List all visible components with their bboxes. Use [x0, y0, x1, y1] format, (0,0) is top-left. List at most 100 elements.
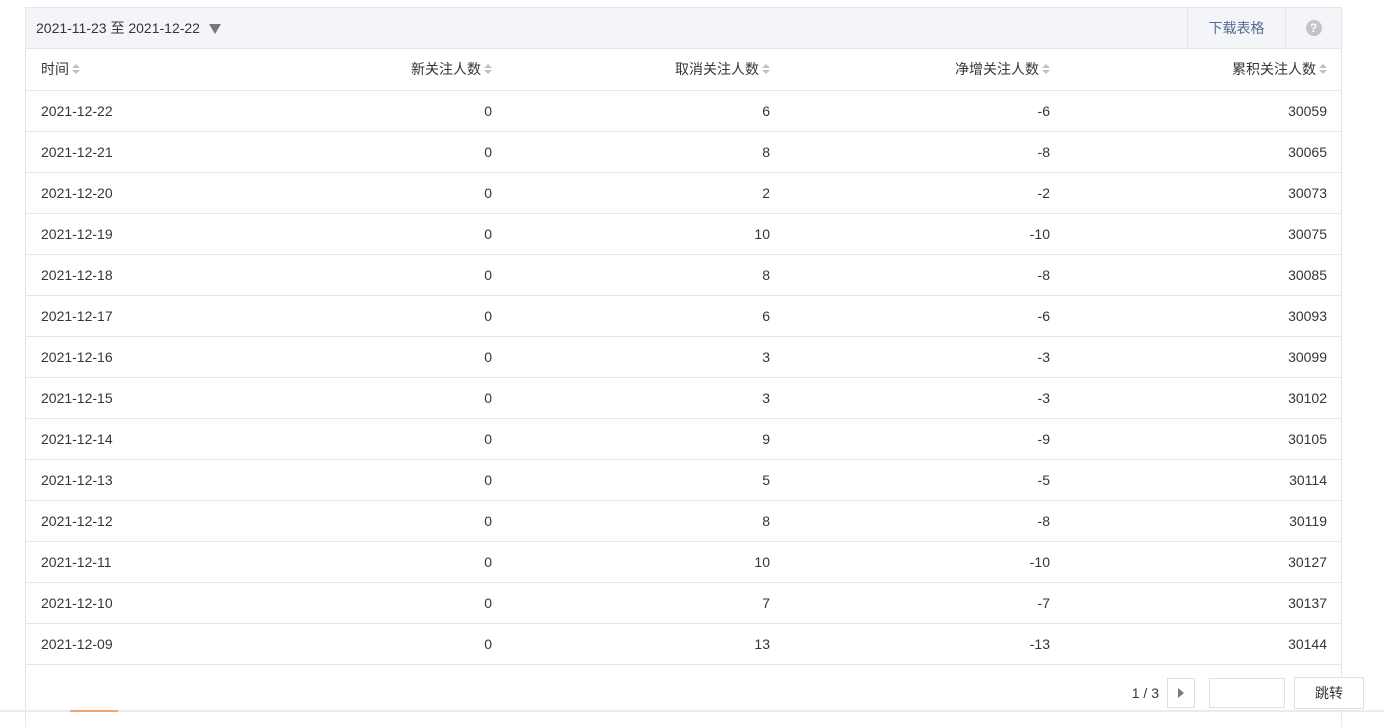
sortable-header[interactable]: 累积关注人数: [1232, 59, 1327, 79]
sort-up-icon: [484, 64, 492, 69]
sort-icon[interactable]: [1042, 64, 1050, 75]
header-unfollows[interactable]: 取消关注人数: [506, 49, 784, 91]
cell-new-followers: 0: [256, 295, 506, 337]
cell-new-followers: 0: [256, 90, 506, 132]
table-row: 2021-12-13 0 5 -5 30114: [26, 459, 1341, 501]
cell-total-followers: 30137: [1064, 582, 1341, 624]
cell-unfollows: 10: [506, 541, 784, 583]
cell-date: 2021-12-19: [26, 213, 256, 255]
cell-total-followers: 30065: [1064, 131, 1341, 173]
header-total-followers[interactable]: 累积关注人数: [1064, 49, 1341, 91]
cell-unfollows: 13: [506, 623, 784, 665]
cell-net-followers: -13: [784, 623, 1064, 665]
table-row: 2021-12-17 0 6 -6 30093: [26, 295, 1341, 337]
sortable-header[interactable]: 时间: [41, 59, 80, 79]
cell-total-followers: 30127: [1064, 541, 1341, 583]
cell-new-followers: 0: [256, 336, 506, 378]
cell-date: 2021-12-13: [26, 459, 256, 501]
cell-net-followers: -10: [784, 541, 1064, 583]
cell-total-followers: 30073: [1064, 172, 1341, 214]
cell-unfollows: 8: [506, 500, 784, 542]
sort-down-icon: [1042, 70, 1050, 75]
table-row: 2021-12-22 0 6 -6 30059: [26, 90, 1341, 132]
table-row: 2021-12-20 0 2 -2 30073: [26, 172, 1341, 214]
header-label: 取消关注人数: [675, 61, 759, 78]
caret-down-icon: [208, 23, 221, 34]
date-range-label: 2021-11-23 至 2021-12-22: [36, 20, 200, 36]
cell-date: 2021-12-12: [26, 500, 256, 542]
table-row: 2021-12-11 0 10 -10 30127: [26, 541, 1341, 583]
cell-unfollows: 2: [506, 172, 784, 214]
cell-date: 2021-12-16: [26, 336, 256, 378]
cell-unfollows: 5: [506, 459, 784, 501]
cell-net-followers: -8: [784, 254, 1064, 296]
followers-table: 时间 新关注人数 取消关注人数 净增关注人数 累积关注人数 2021-12-22 0 6 -6…: [26, 49, 1341, 665]
cell-new-followers: 0: [256, 377, 506, 419]
cell-new-followers: 0: [256, 131, 506, 173]
cell-date: 2021-12-11: [26, 541, 256, 583]
cell-net-followers: -3: [784, 336, 1064, 378]
table-body: 2021-12-22 0 6 -6 30059 2021-12-21 0 8 -8 30065 20…: [26, 90, 1341, 665]
date-range-selector[interactable]: 2021-11-23 至 2021-12-22: [36, 8, 221, 48]
help-icon: ?: [1305, 20, 1322, 36]
table-row: 2021-12-12 0 8 -8 30119: [26, 500, 1341, 542]
sortable-header[interactable]: 新关注人数: [411, 59, 492, 79]
next-page-button[interactable]: [1167, 678, 1195, 708]
cell-total-followers: 30059: [1064, 90, 1341, 132]
table-row: 2021-12-19 0 10 -10 30075: [26, 213, 1341, 255]
jump-button[interactable]: 跳转: [1294, 677, 1364, 709]
help-button[interactable]: ?: [1285, 8, 1341, 48]
cell-unfollows: 3: [506, 377, 784, 419]
cell-net-followers: -7: [784, 582, 1064, 624]
cell-total-followers: 30105: [1064, 418, 1341, 460]
header-label: 累积关注人数: [1232, 61, 1316, 78]
cell-new-followers: 0: [256, 582, 506, 624]
cell-total-followers: 30102: [1064, 377, 1341, 419]
table-row: 2021-12-14 0 9 -9 30105: [26, 418, 1341, 460]
cell-net-followers: -10: [784, 213, 1064, 255]
cell-unfollows: 7: [506, 582, 784, 624]
header-label: 新关注人数: [411, 61, 481, 78]
sort-up-icon: [762, 64, 770, 69]
table-row: 2021-12-09 0 13 -13 30144: [26, 623, 1341, 665]
cell-date: 2021-12-20: [26, 172, 256, 214]
page-indicator: 1 / 3: [1131, 685, 1159, 701]
cell-new-followers: 0: [256, 213, 506, 255]
table-header-row: 时间 新关注人数 取消关注人数 净增关注人数 累积关注人数: [26, 49, 1341, 91]
cell-date: 2021-12-22: [26, 90, 256, 132]
cell-new-followers: 0: [256, 418, 506, 460]
table-row: 2021-12-18 0 8 -8 30085: [26, 254, 1341, 296]
chevron-right-icon: [1178, 688, 1184, 698]
cell-date: 2021-12-21: [26, 131, 256, 173]
sortable-header[interactable]: 取消关注人数: [675, 59, 770, 79]
cell-net-followers: -8: [784, 131, 1064, 173]
table-row: 2021-12-16 0 3 -3 30099: [26, 336, 1341, 378]
sort-down-icon: [484, 70, 492, 75]
sort-down-icon: [1319, 70, 1327, 75]
cell-total-followers: 30144: [1064, 623, 1341, 665]
cell-unfollows: 10: [506, 213, 784, 255]
header-net-followers[interactable]: 净增关注人数: [784, 49, 1064, 91]
cell-net-followers: -8: [784, 500, 1064, 542]
sort-icon[interactable]: [72, 64, 80, 75]
cell-total-followers: 30114: [1064, 459, 1341, 501]
cell-new-followers: 0: [256, 500, 506, 542]
sort-icon[interactable]: [762, 64, 770, 75]
sort-icon[interactable]: [484, 64, 492, 75]
header-new-followers[interactable]: 新关注人数: [256, 49, 506, 91]
header-label: 时间: [41, 61, 69, 78]
sort-icon[interactable]: [1319, 64, 1327, 75]
cell-date: 2021-12-10: [26, 582, 256, 624]
data-table-panel: 2021-11-23 至 2021-12-22 下载表格 ? 时间 新关注人数 取消…: [25, 7, 1342, 727]
cell-unfollows: 9: [506, 418, 784, 460]
download-table-button[interactable]: 下载表格: [1187, 8, 1285, 48]
cell-net-followers: -5: [784, 459, 1064, 501]
cell-new-followers: 0: [256, 459, 506, 501]
table-row: 2021-12-10 0 7 -7 30137: [26, 582, 1341, 624]
cell-new-followers: 0: [256, 623, 506, 665]
page-jump-input[interactable]: [1209, 678, 1285, 708]
cell-date: 2021-12-14: [26, 418, 256, 460]
header-label: 净增关注人数: [955, 61, 1039, 78]
header-time[interactable]: 时间: [26, 49, 256, 91]
sortable-header[interactable]: 净增关注人数: [955, 59, 1050, 79]
